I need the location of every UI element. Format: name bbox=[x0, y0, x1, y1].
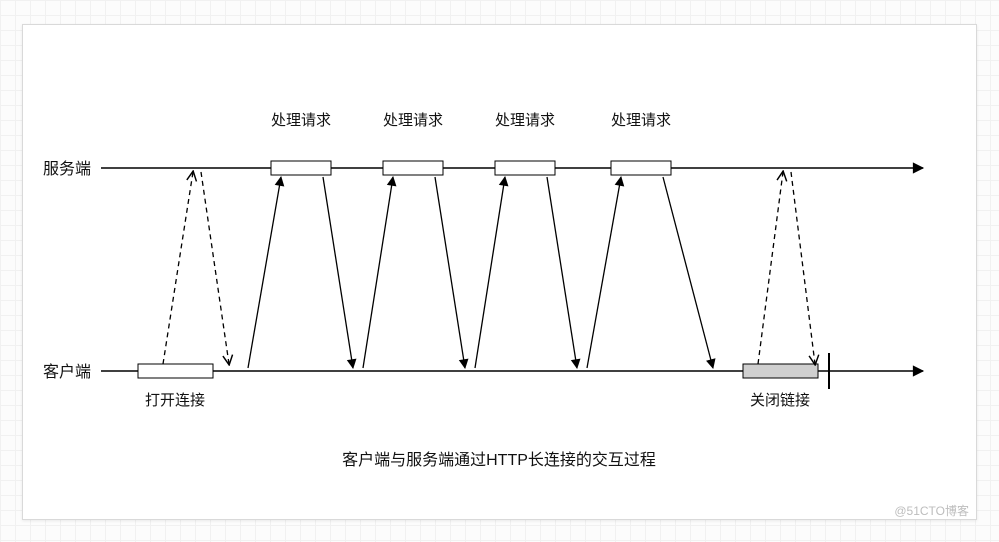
req-1-up bbox=[248, 177, 281, 368]
open-down bbox=[201, 172, 229, 364]
open-label: 打开连接 bbox=[145, 392, 205, 409]
server-lane-label: 服务端 bbox=[43, 160, 91, 178]
diagram-canvas: 服务端 客户端 处理请求 处理请求 处理请求 处理请求 打开连接 关闭链接 bbox=[22, 24, 977, 520]
resp-1-down bbox=[323, 177, 353, 368]
server-activation-1 bbox=[271, 161, 331, 175]
client-lane-label: 客户端 bbox=[43, 363, 91, 381]
client-close-box bbox=[743, 364, 818, 378]
req-2-up bbox=[363, 177, 393, 368]
resp-2-down bbox=[435, 177, 465, 368]
request-label-2: 处理请求 bbox=[383, 112, 443, 129]
req-4-up bbox=[587, 177, 621, 368]
request-label-3: 处理请求 bbox=[495, 112, 555, 129]
request-label-4: 处理请求 bbox=[611, 112, 671, 129]
diagram-caption: 客户端与服务端通过HTTP长连接的交互过程 bbox=[342, 451, 656, 469]
open-up bbox=[163, 172, 193, 364]
resp-3-down bbox=[547, 177, 577, 368]
request-label-1: 处理请求 bbox=[271, 112, 331, 129]
watermark: @51CTO博客 bbox=[894, 503, 969, 518]
close-label: 关闭链接 bbox=[750, 392, 810, 409]
sequence-diagram: 服务端 客户端 处理请求 处理请求 处理请求 处理请求 打开连接 关闭链接 bbox=[23, 25, 976, 519]
close-down bbox=[791, 172, 815, 364]
server-activation-2 bbox=[383, 161, 443, 175]
server-activation-4 bbox=[611, 161, 671, 175]
server-activation-3 bbox=[495, 161, 555, 175]
client-open-box bbox=[138, 364, 213, 378]
close-up bbox=[758, 172, 783, 364]
resp-4-down bbox=[663, 177, 713, 368]
req-3-up bbox=[475, 177, 505, 368]
